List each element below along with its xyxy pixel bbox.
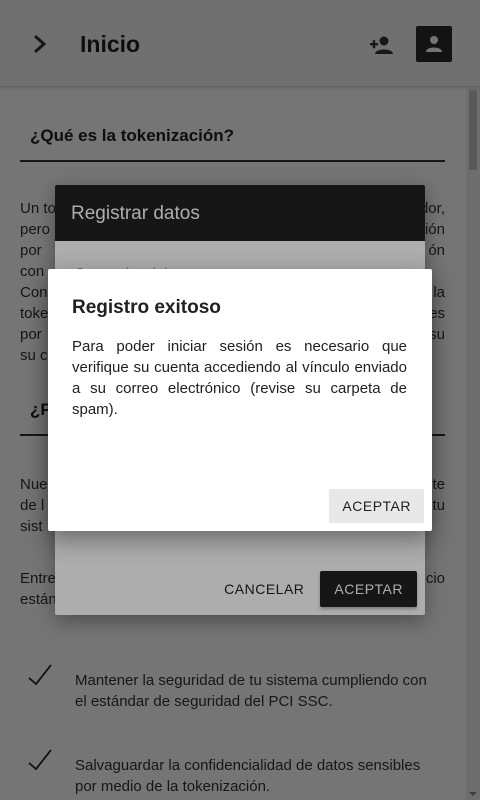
- success-dialog-message: Para poder iniciar sesión es necesario q…: [72, 338, 407, 418]
- success-dialog: Registro exitoso Para poder iniciar sesi…: [48, 269, 432, 531]
- success-dialog-title: Registro exitoso: [72, 297, 221, 318]
- success-accept-button[interactable]: ACEPTAR: [329, 489, 424, 523]
